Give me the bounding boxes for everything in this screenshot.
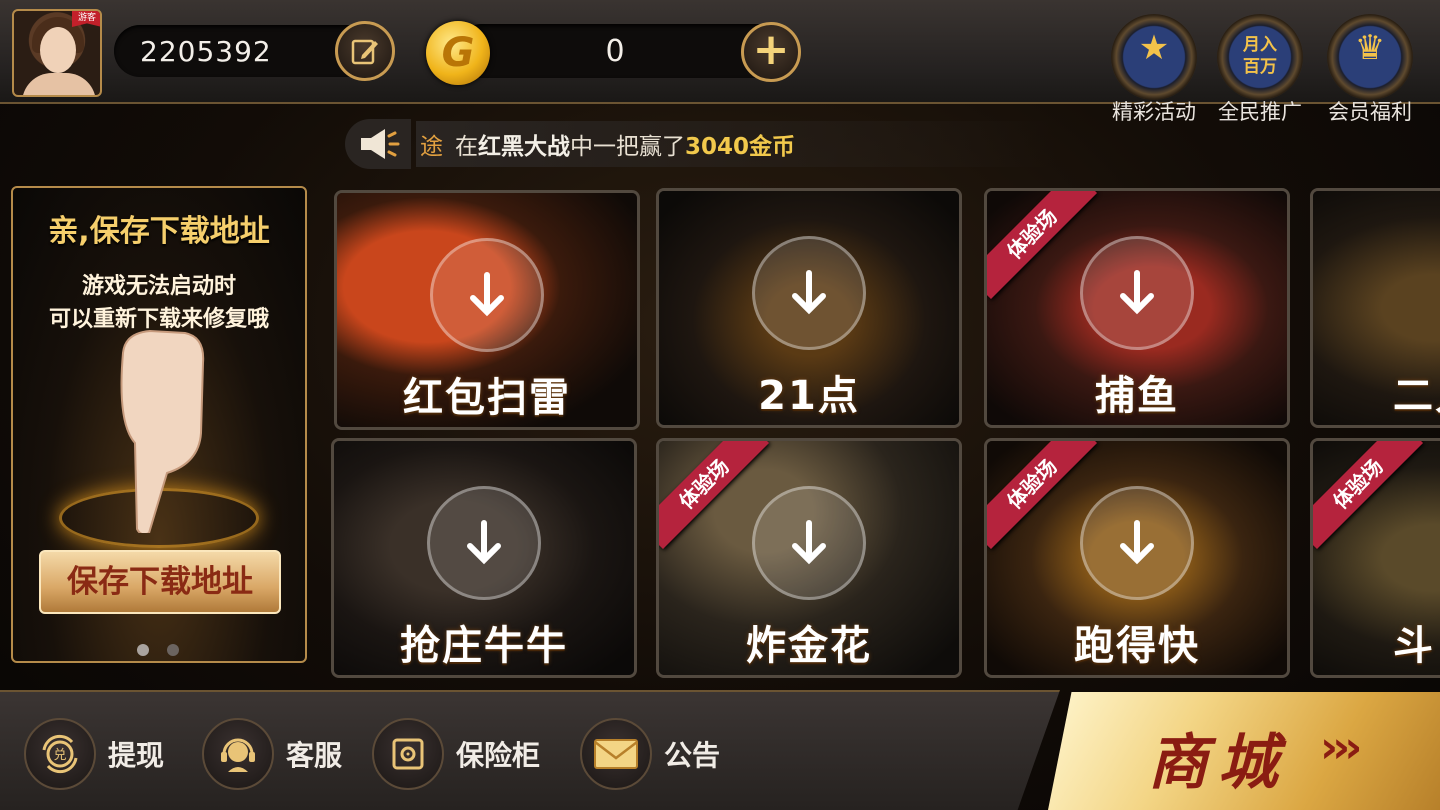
notice-label: 公告 [664, 739, 721, 772]
withdraw-label: 提现 [108, 739, 165, 772]
coin-balance: 0 [605, 34, 625, 69]
game-name: 抢庄牛牛 [400, 623, 568, 669]
activities-button[interactable]: ★ [1111, 14, 1197, 100]
customer-service-label: 客服 [286, 739, 343, 772]
chevron-right-icon: ››› [1320, 722, 1362, 773]
download-icon [752, 236, 866, 350]
download-icon [1080, 236, 1194, 350]
game-grid: 红包扫雷 21点 体验场 捕鱼 二人 抢庄牛牛 体验场 炸金花 [326, 180, 1440, 680]
headset-icon [202, 718, 274, 790]
marquee-amount: 3040金币 [685, 134, 796, 160]
avatar-shoulders [22, 73, 96, 95]
carousel-dot[interactable] [167, 644, 179, 656]
safe-icon [372, 718, 444, 790]
envelope-icon [580, 718, 652, 790]
avatar[interactable]: 游客 [12, 9, 102, 97]
top-bar: 游客 2205392 0 G + ★ 月入百万 ♛ 精彩活动 全民推广 会员福利 [0, 0, 1440, 124]
promo-banner[interactable]: 亲,保存下载地址 游戏无法启动时 可以重新下载来修复哦 保存下载地址 [11, 186, 307, 663]
promo-line-1: 游戏无法启动时 [81, 274, 236, 299]
game-tile-blackjack[interactable]: 21点 [656, 188, 962, 428]
game-name: 红包扫雷 [403, 375, 571, 421]
game-name: 捕鱼 [1095, 373, 1179, 419]
game-name: 跑得快 [1074, 623, 1200, 669]
user-id: 2205392 [140, 35, 272, 68]
bottom-nav: 兑 提现 客服 保险柜 公告 [0, 690, 1060, 810]
announcement-horn [345, 119, 411, 169]
game-tile-doudizhu[interactable]: 体验场 斗 [1310, 438, 1440, 678]
promo-icon: 月入百万 [1243, 35, 1277, 77]
edit-profile-button[interactable] [335, 21, 395, 81]
save-download-address-button[interactable]: 保存下载地址 [39, 550, 281, 614]
winner-marquee: 途 在 红黑大战 中一把赢了 3040金币 [416, 121, 1056, 167]
edit-icon [351, 39, 378, 65]
game-tile-fishing[interactable]: 体验场 捕鱼 [984, 188, 1290, 428]
avatar-face [40, 27, 76, 73]
megaphone-icon [361, 129, 400, 159]
vip-benefits-label: 会员福利 [1328, 100, 1412, 124]
game-tile-paodekuai[interactable]: 体验场 跑得快 [984, 438, 1290, 678]
guest-badge: 游客 [72, 11, 100, 27]
exchange-icon: 兑 [24, 718, 96, 790]
svg-text:兑: 兑 [53, 748, 66, 763]
download-icon [430, 238, 544, 352]
download-icon [1080, 486, 1194, 600]
marquee-text-a: 在 [455, 134, 478, 160]
game-name: 21点 [758, 373, 860, 419]
carousel-dot-active[interactable] [137, 644, 149, 656]
star-icon: ★ [1138, 28, 1170, 68]
game-name: 炸金花 [746, 623, 872, 669]
game-tile-two-player[interactable]: 二人 [1310, 188, 1440, 428]
game-tile-red-packet[interactable]: 红包扫雷 [334, 190, 640, 430]
add-coins-button[interactable]: + [741, 22, 801, 82]
vip-benefits-button[interactable]: ♛ [1327, 14, 1413, 100]
download-icon [752, 486, 866, 600]
game-lobby: 游客 2205392 0 G + ★ 月入百万 ♛ 精彩活动 全民推广 会员福利 [0, 0, 1440, 810]
pointing-hand-icon [120, 329, 205, 533]
shop-button[interactable]: 商城 ››› [1048, 692, 1440, 810]
marquee-game: 红黑大战 [478, 134, 570, 160]
carousel-dots [137, 644, 179, 656]
download-icon [427, 486, 541, 600]
gold-coin-icon: G [426, 21, 490, 85]
safe-label: 保险柜 [456, 739, 541, 772]
promotion-label: 全民推广 [1218, 100, 1302, 124]
game-name: 斗 [1393, 623, 1435, 669]
crown-icon: ♛ [1354, 28, 1386, 68]
customer-service-button[interactable]: 客服 [202, 716, 342, 792]
withdraw-button[interactable]: 兑 提现 [24, 716, 164, 792]
game-name: 二人 [1393, 373, 1440, 419]
activities-label: 精彩活动 [1112, 100, 1196, 124]
game-tile-zhajinhua[interactable]: 体验场 炸金花 [656, 438, 962, 678]
promotion-button[interactable]: 月入百万 [1217, 14, 1303, 100]
shop-label: 商城 [1148, 728, 1288, 798]
marquee-player: 途 [420, 134, 443, 160]
promo-title: 亲,保存下载地址 [48, 214, 270, 249]
safe-button[interactable]: 保险柜 [372, 716, 540, 792]
game-tile-niuniu[interactable]: 抢庄牛牛 [331, 438, 637, 678]
marquee-text-b: 中一把赢了 [570, 134, 685, 160]
notice-button[interactable]: 公告 [580, 716, 720, 792]
